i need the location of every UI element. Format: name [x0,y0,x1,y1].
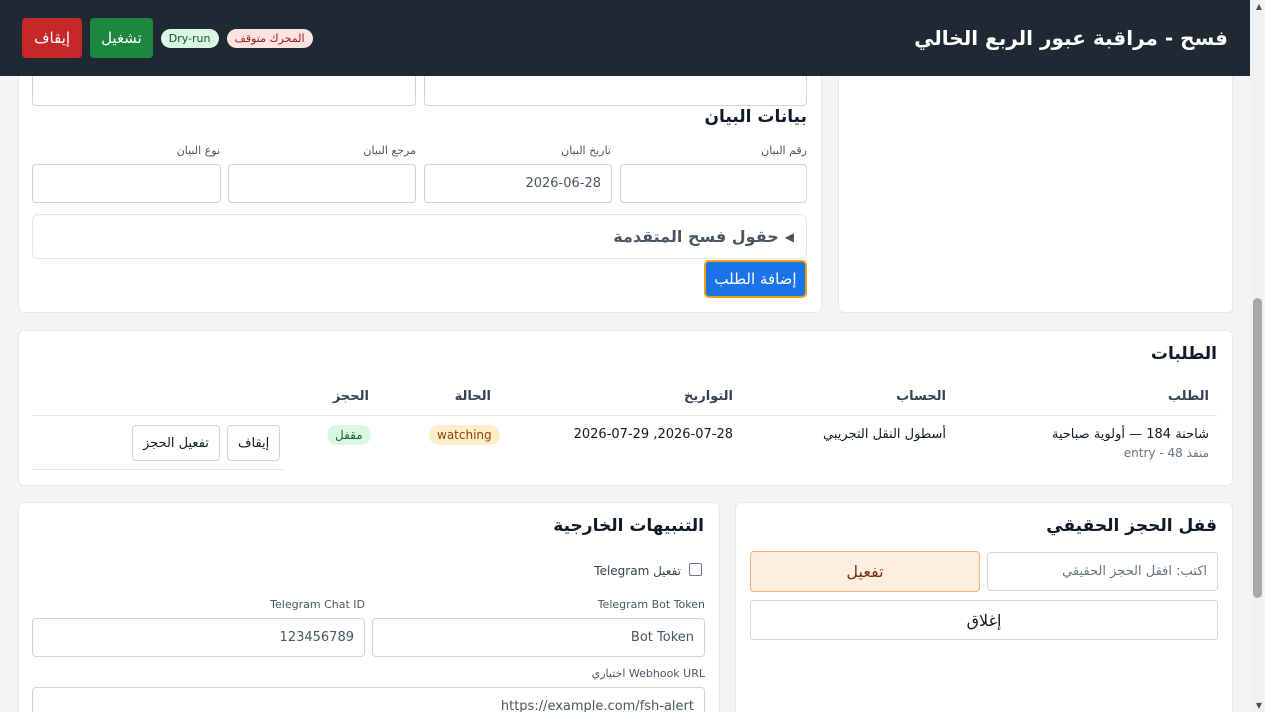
manifest-type-input[interactable] [32,164,221,203]
bot-token-input[interactable]: Bot Token [372,618,705,657]
status-badge: watching [429,425,500,445]
side-panel-card [838,50,1233,313]
engine-controls: إيقاف تشغيل Dry-run المحرك متوقف [22,18,313,58]
booking-badge: مقفل [327,425,371,445]
real-lock-confirm-input[interactable]: اكتب: افقل الحجز الحقيقي [987,552,1218,591]
column-header-order: الطلب [1167,389,1209,404]
orders-section-title: الطلبات [1150,344,1217,364]
close-lock-button[interactable]: إغلاق [750,600,1218,640]
activate-lock-button[interactable]: تفعيل [750,551,980,592]
table-row-divider [32,469,285,470]
advanced-fields-label: حقول فسح المتقدمة [613,227,779,246]
external-alerts-title: التنبيهات الخارجية [553,516,704,536]
column-header-booking: الحجز [332,389,369,404]
table-header-divider [32,415,1217,416]
manifest-date-input[interactable]: 2026-06-28 [424,164,612,203]
order-account: أسطول النقل التجريبي [823,427,946,442]
scroll-down-arrow-icon[interactable]: ▼ [1256,701,1262,710]
run-engine-button[interactable]: تشغيل [90,18,153,58]
engine-status-badge: المحرك متوقف [226,28,313,48]
orders-card [18,330,1233,486]
telegram-enable-checkbox[interactable] [689,563,702,576]
webhook-url-input[interactable]: https://example.com/fsh-alert [32,687,705,712]
scroll-up-arrow-icon[interactable]: ▲ [1256,2,1262,11]
stop-engine-button[interactable]: إيقاف [22,18,83,58]
add-order-button[interactable]: إضافة الطلب [704,260,807,298]
order-name: شاحنة 184 — أولوية صباحية [1051,427,1209,442]
column-header-account: الحساب [896,389,946,404]
order-dates: 2026-07-28, 2026-07-29 [573,427,733,442]
chat-id-label: Telegram Chat ID [270,598,365,611]
page-scrollbar[interactable]: ▲ ▼ [1250,0,1265,712]
column-header-dates: التواريخ [684,389,733,404]
app-title: فسح - مراقبة عبور الربع الخالي [914,26,1228,50]
manifest-ref-label: مرجع البيان [363,144,416,157]
real-lock-title: قفل الحجز الحقيقي [1046,516,1217,536]
manifest-number-label: رقم البيان [761,144,807,157]
enable-booking-button[interactable]: تفعيل الحجز [132,425,220,461]
webhook-label: Webhook URL اختياري [591,667,705,680]
app-header: فسح - مراقبة عبور الربع الخالي إيقاف تشغ… [0,0,1250,76]
manifest-type-label: نوع البيان [176,144,220,157]
manifest-date-label: تاريخ البيان [561,144,611,157]
telegram-enable-label: تفعيل Telegram [594,564,681,578]
scrollbar-thumb[interactable] [1253,298,1262,598]
order-gate: منفذ 48 - entry [1123,446,1209,460]
caret-left-icon: ◀ [784,229,794,244]
dry-run-badge: Dry-run [160,28,219,48]
manifest-number-input[interactable] [620,164,807,203]
bot-token-label: Telegram Bot Token [597,598,705,611]
column-header-status: الحالة [454,389,491,404]
advanced-fields-toggle[interactable]: ◀ حقول فسح المتقدمة [32,214,807,259]
manifest-ref-input[interactable] [228,164,416,203]
chat-id-input[interactable]: 123456789 [32,618,365,657]
manifest-section-title: بيانات البيان [704,107,807,127]
row-stop-button[interactable]: إيقاف [227,425,281,461]
